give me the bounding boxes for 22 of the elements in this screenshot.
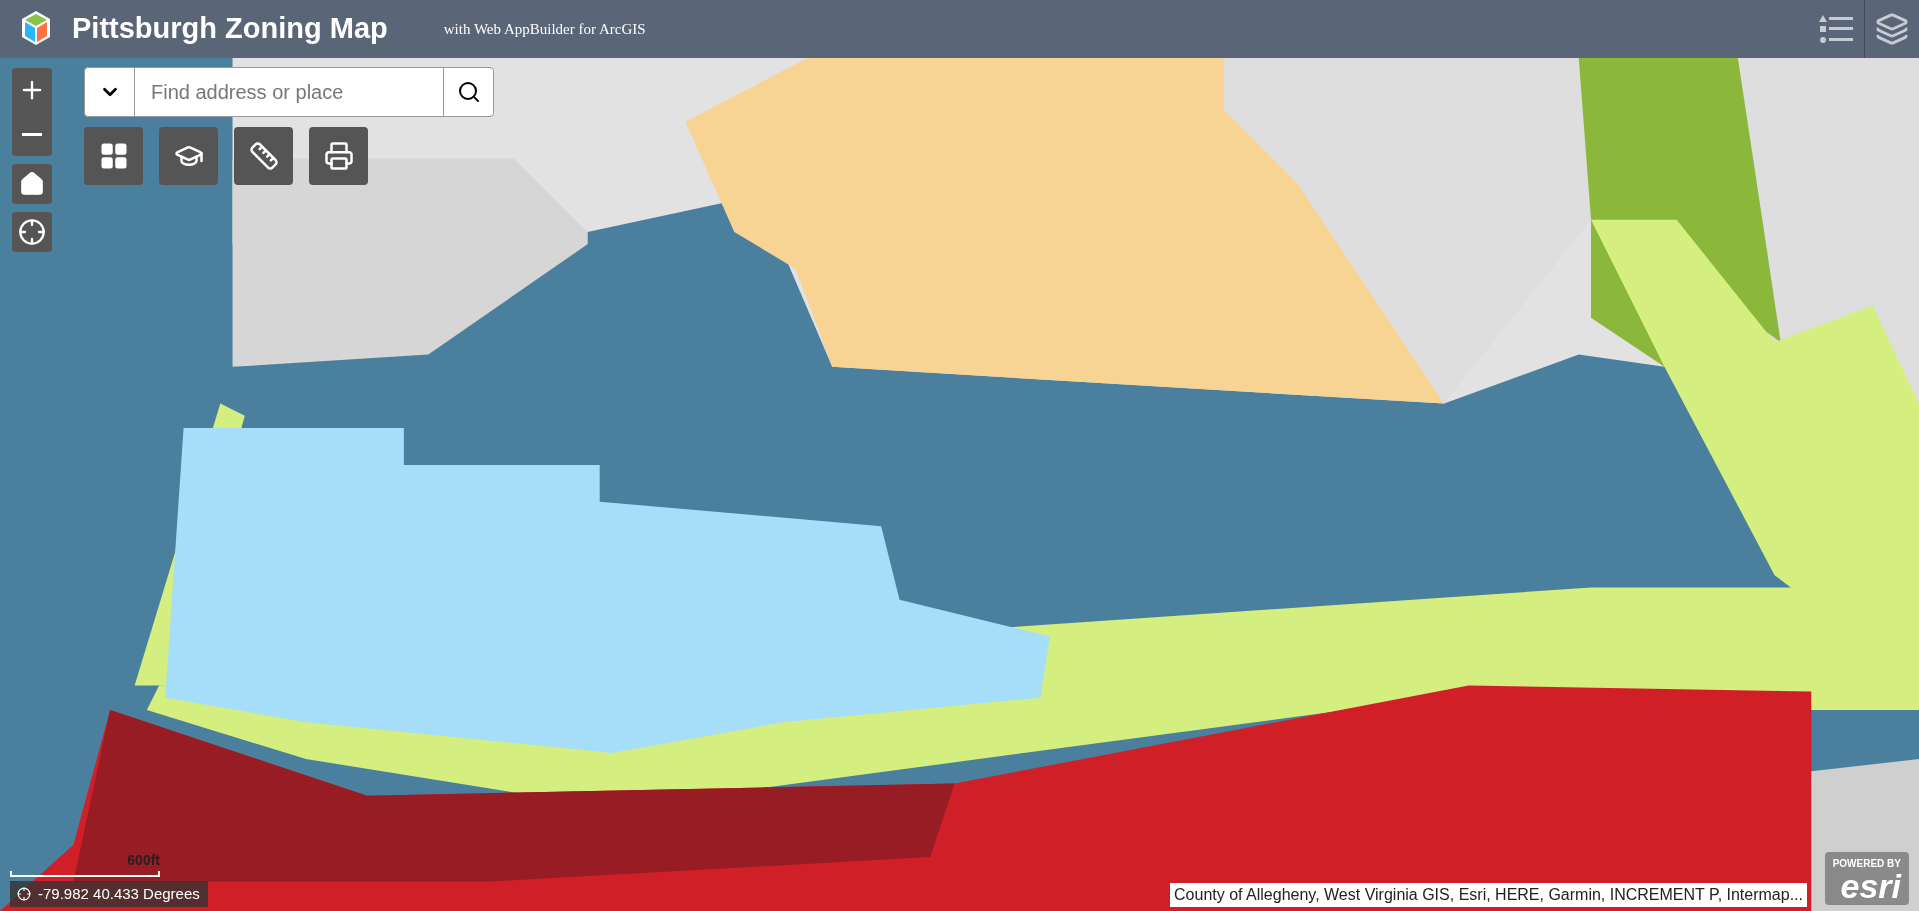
esri-logo: POWERED BY esri xyxy=(1824,852,1909,905)
crosshair-icon xyxy=(18,218,46,246)
print-button[interactable] xyxy=(309,127,368,185)
minus-icon xyxy=(22,132,42,136)
layers-drawing xyxy=(1875,12,1909,46)
widget-grid-button[interactable] xyxy=(84,127,143,185)
home-icon xyxy=(19,171,45,197)
attribution-text: County of Allegheny, West Virginia GIS, Esri, HERE, Garmin, INCREMENT P, Intermap... xyxy=(1170,883,1807,907)
app-title: Pittsburgh Zoning Map xyxy=(72,11,388,47)
home-button[interactable] xyxy=(12,164,52,204)
scale-label: 600ft xyxy=(127,851,160,870)
coordinates-readout: -79.982 40.433 Degrees xyxy=(38,883,201,904)
ruler-button[interactable] xyxy=(234,127,293,185)
search-icon xyxy=(456,80,481,104)
locate-button[interactable] xyxy=(12,212,52,252)
search-field[interactable]: Find address or place xyxy=(135,68,443,116)
graduation-cap-button[interactable] xyxy=(159,127,218,185)
search-bar[interactable]: Find address or place xyxy=(84,67,494,117)
printer-icon xyxy=(323,141,354,171)
ruler-icon xyxy=(248,141,279,171)
app-subtitle: with Web AppBuilder for ArcGIS xyxy=(443,19,646,39)
map-drawing[interactable] xyxy=(0,58,1919,911)
